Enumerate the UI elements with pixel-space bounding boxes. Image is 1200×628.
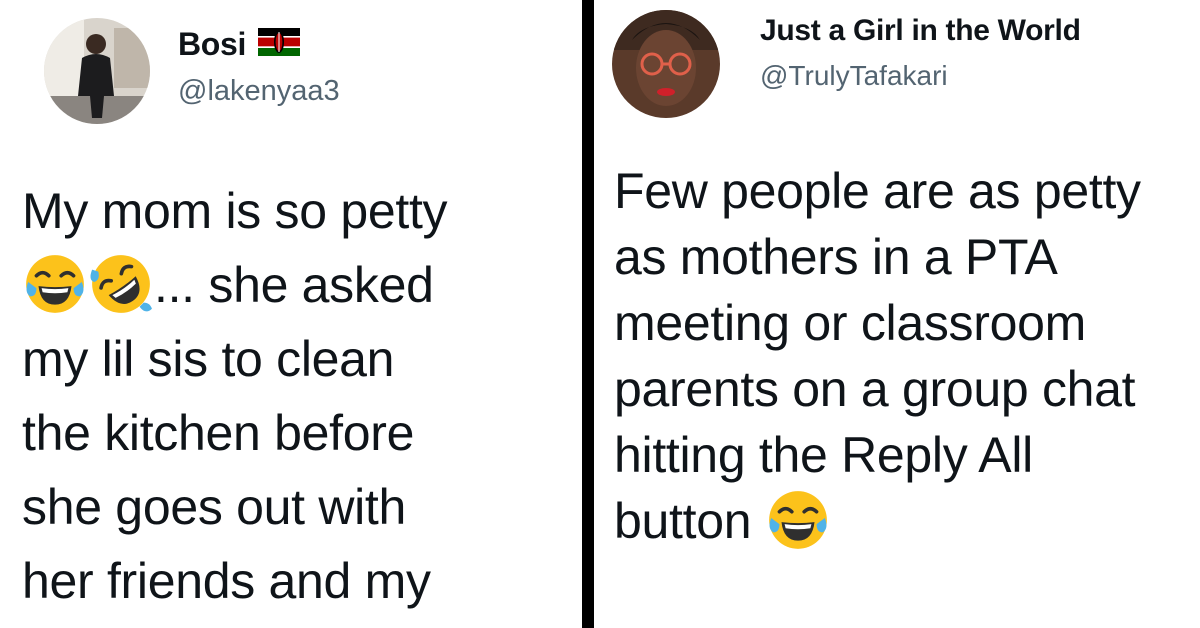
face-with-tears-of-joy-icon xyxy=(765,487,831,553)
tweet-line: hitting the Reply All xyxy=(614,427,1033,483)
tweet-line: my lil sis to clean xyxy=(22,331,395,387)
tweet-line: she goes out with xyxy=(22,479,407,535)
tweet-text: My mom is so petty ... she asked my lil … xyxy=(22,174,448,618)
display-name-row: Bosi xyxy=(178,26,340,63)
kenya-flag-icon xyxy=(258,28,301,61)
face-with-tears-of-joy-icon xyxy=(22,251,88,317)
divider xyxy=(582,0,594,628)
right-tweet: Just a Girl in the World @TrulyTafakari … xyxy=(594,0,1200,628)
tweet-line: ... she asked xyxy=(22,248,447,322)
left-tweet: Bosi @lakenyaa3 My mom is so petty ... s… xyxy=(0,0,582,628)
handle[interactable]: @lakenyaa3 xyxy=(178,75,340,108)
rolling-on-floor-laughing-icon xyxy=(88,251,154,317)
tweet-line: meeting or classroom xyxy=(614,295,1086,351)
tweet-line-text: ... she asked xyxy=(154,257,434,313)
display-name[interactable]: Bosi xyxy=(178,26,246,63)
tweet-header: Bosi @lakenyaa3 xyxy=(44,0,340,124)
tweet-line: parents on a group chat xyxy=(614,361,1136,417)
author-info: Just a Girl in the World @TrulyTafakari xyxy=(760,14,1081,92)
tweet-text: Few people are as petty as mothers in a … xyxy=(614,158,1141,554)
display-name-row: Just a Girl in the World xyxy=(760,14,1081,48)
avatar[interactable] xyxy=(612,10,720,118)
avatar-photo xyxy=(612,10,720,118)
tweet-line: button xyxy=(614,488,1141,554)
tweet-header: Just a Girl in the World @TrulyTafakari xyxy=(612,10,1081,118)
avatar-photo xyxy=(44,18,150,124)
display-name[interactable]: Just a Girl in the World xyxy=(760,14,1081,48)
tweet-line: her friends and my xyxy=(22,553,431,609)
tweet-line: as mothers in a PTA xyxy=(614,229,1058,285)
tweet-line: My mom is so petty xyxy=(22,183,448,239)
author-info: Bosi @lakenyaa3 xyxy=(178,26,340,108)
avatar[interactable] xyxy=(44,18,150,124)
handle[interactable]: @TrulyTafakari xyxy=(760,60,1081,92)
tweet-line: the kitchen before xyxy=(22,405,415,461)
tweet-line-text: button xyxy=(614,493,765,549)
tweet-line: Few people are as petty xyxy=(614,163,1141,219)
